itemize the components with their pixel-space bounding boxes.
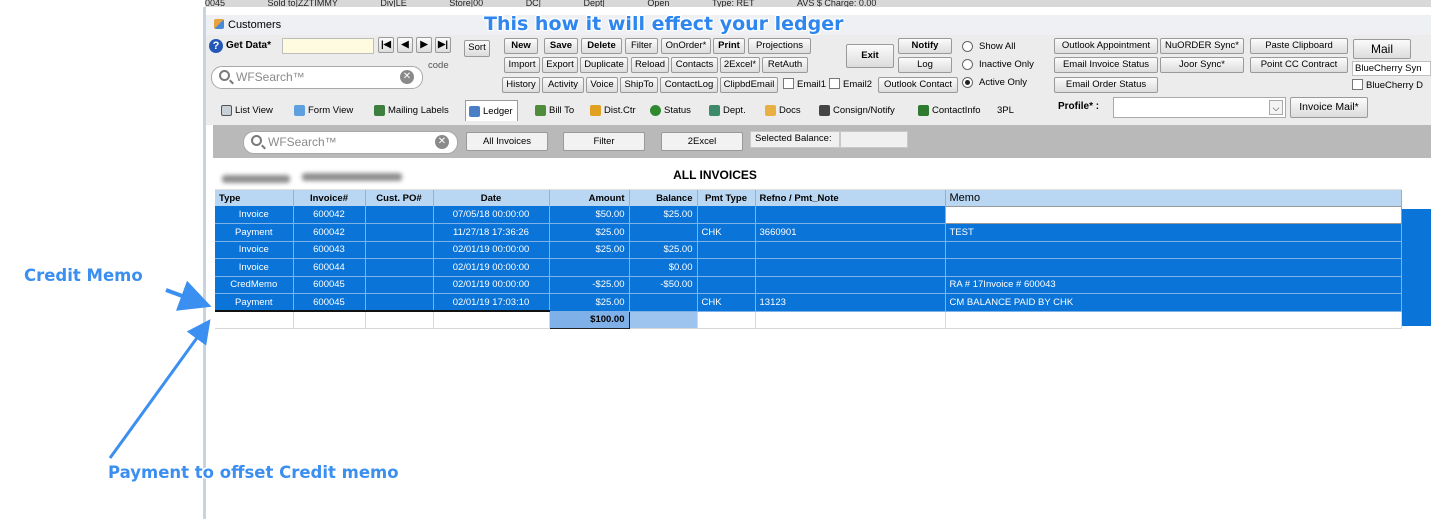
arrow-to-credit-memo	[165, 280, 212, 311]
arrow-to-payment	[108, 319, 211, 459]
annotation-arrows	[108, 280, 212, 459]
